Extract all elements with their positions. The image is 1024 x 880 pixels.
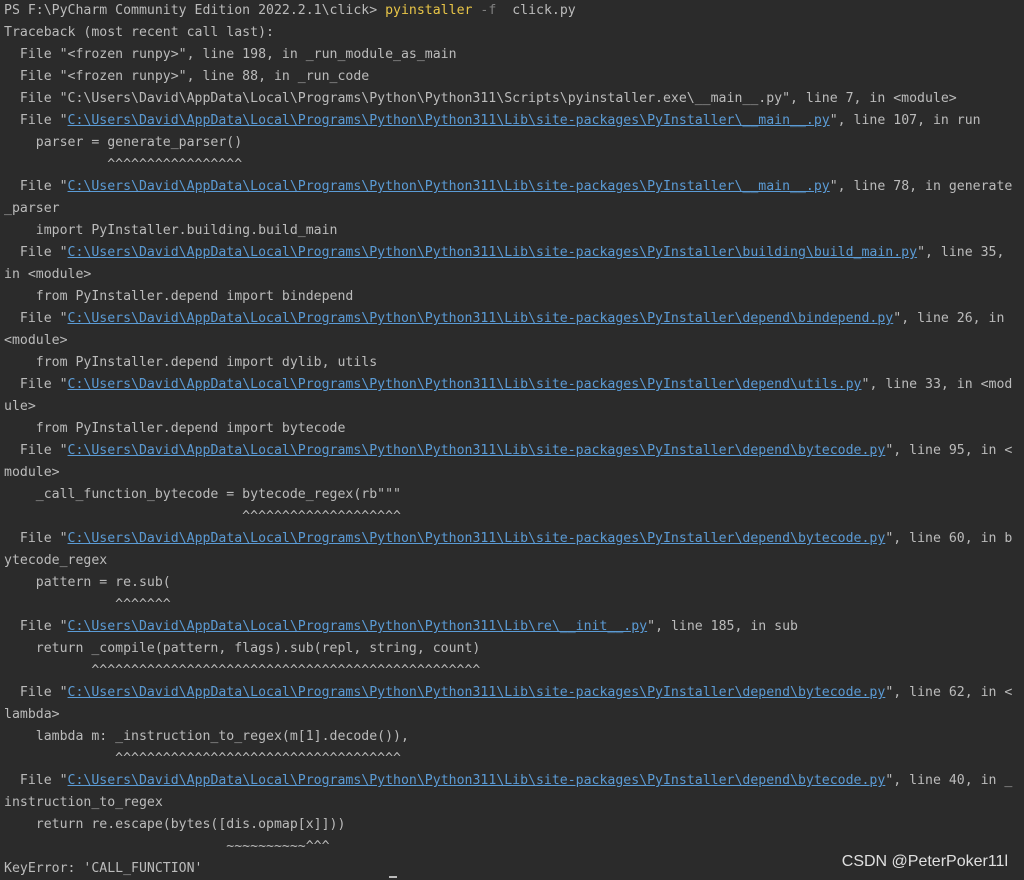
file-suffix: ", line 35, (917, 245, 1005, 260)
caret-line: ^^^^^^^^^^^^^^^^^ (4, 157, 243, 172)
command-flag: -f (480, 3, 497, 18)
file-link[interactable]: C:\Users\David\AppData\Local\Programs\Py… (68, 773, 886, 788)
file-prefix: File " (4, 245, 68, 260)
file-link[interactable]: C:\Users\David\AppData\Local\Programs\Py… (68, 685, 886, 700)
file-suffix: ", line 40, in _ (885, 773, 1013, 788)
text-cursor (389, 876, 397, 878)
traceback-file-line: File "C:\Users\David\AppData\Local\Progr… (4, 770, 1012, 792)
file-link[interactable]: C:\Users\David\AppData\Local\Programs\Py… (68, 245, 918, 260)
wrap-line: module> (4, 465, 60, 480)
file-link[interactable]: C:\Users\David\AppData\Local\Programs\Py… (68, 179, 830, 194)
watermark: CSDN @PeterPoker11l (841, 853, 1008, 870)
code-line: pattern = re.sub( (4, 575, 171, 590)
file-prefix: File " (4, 773, 68, 788)
file-suffix: ", line 60, in b (885, 531, 1013, 546)
code-line: from PyInstaller.depend import dylib, ut… (4, 355, 378, 370)
wrap-line: lambda> (4, 707, 60, 722)
terminal-output[interactable]: PS F:\PyCharm Community Edition 2022.2.1… (4, 0, 1020, 880)
file-prefix: File " (4, 311, 68, 326)
file-prefix: File " (4, 685, 68, 700)
wrap-line: ytecode_regex (4, 553, 108, 568)
caret-line: ~~~~~~~~~~^^^ (4, 839, 330, 854)
traceback-line: File "<frozen runpy>", line 88, in _run_… (4, 69, 370, 84)
code-line: return _compile(pattern, flags).sub(repl… (4, 641, 481, 656)
file-prefix: File " (4, 179, 68, 194)
traceback-line: File "C:\Users\David\AppData\Local\Progr… (4, 91, 957, 106)
code-line: return re.escape(bytes([dis.opmap[x]])) (4, 817, 346, 832)
wrap-line: <module> (4, 333, 68, 348)
file-suffix: ", line 185, in sub (647, 619, 798, 634)
traceback-file-line: File "C:\Users\David\AppData\Local\Progr… (4, 110, 981, 132)
file-prefix: File " (4, 113, 68, 128)
file-link[interactable]: C:\Users\David\AppData\Local\Programs\Py… (68, 113, 830, 128)
command-name: pyinstaller (385, 3, 473, 18)
traceback-file-line: File "C:\Users\David\AppData\Local\Progr… (4, 308, 1005, 330)
traceback-file-line: File "C:\Users\David\AppData\Local\Progr… (4, 528, 1012, 550)
traceback-file-line: File "C:\Users\David\AppData\Local\Progr… (4, 682, 1012, 704)
command-argument: click.py (512, 3, 576, 18)
wrap-line: instruction_to_regex (4, 795, 163, 810)
caret-line: ^^^^^^^^^^^^^^^^^^^^^^^^^^^^^^^^^^^^ (4, 751, 401, 766)
file-suffix: ", line 95, in < (885, 443, 1013, 458)
file-link[interactable]: C:\Users\David\AppData\Local\Programs\Py… (68, 443, 886, 458)
traceback-line: File "<frozen runpy>", line 198, in _run… (4, 47, 457, 62)
code-line: _call_function_bytecode = bytecode_regex… (4, 487, 401, 502)
traceback-file-line: File "C:\Users\David\AppData\Local\Progr… (4, 616, 798, 638)
caret-line: ^^^^^^^^^^^^^^^^^^^^ (4, 509, 401, 524)
traceback-file-line: File "C:\Users\David\AppData\Local\Progr… (4, 374, 1012, 396)
traceback-file-line: File "C:\Users\David\AppData\Local\Progr… (4, 242, 1005, 264)
file-prefix: File " (4, 619, 68, 634)
caret-line: ^^^^^^^ (4, 597, 171, 612)
file-suffix: ", line 107, in run (829, 113, 981, 128)
file-suffix: ", line 78, in generate (829, 179, 1013, 194)
file-link[interactable]: C:\Users\David\AppData\Local\Programs\Py… (68, 377, 862, 392)
prompt-line: PS F:\PyCharm Community Edition 2022.2.1… (4, 0, 576, 22)
wrap-line: in <module> (4, 267, 92, 282)
code-line: lambda m: _instruction_to_regex(m[1].dec… (4, 729, 409, 744)
file-prefix: File " (4, 443, 68, 458)
file-link[interactable]: C:\Users\David\AppData\Local\Programs\Py… (68, 531, 886, 546)
code-line: import PyInstaller.building.build_main (4, 223, 338, 238)
code-line: from PyInstaller.depend import bytecode (4, 421, 346, 436)
traceback-header: Traceback (most recent call last): (4, 25, 274, 40)
code-line: parser = generate_parser() (4, 135, 243, 150)
prompt-prefix: PS F:\PyCharm Community Edition 2022.2.1… (4, 3, 386, 18)
traceback-file-line: File "C:\Users\David\AppData\Local\Progr… (4, 176, 1012, 198)
file-prefix: File " (4, 531, 68, 546)
file-link[interactable]: C:\Users\David\AppData\Local\Programs\Py… (68, 311, 894, 326)
code-line: from PyInstaller.depend import bindepend (4, 289, 354, 304)
file-link[interactable]: C:\Users\David\AppData\Local\Programs\Py… (68, 619, 648, 634)
wrap-line: _parser (4, 201, 60, 216)
error-line: KeyError: 'CALL_FUNCTION' (4, 861, 203, 876)
file-suffix: ", line 33, in <mod (861, 377, 1013, 392)
traceback-file-line: File "C:\Users\David\AppData\Local\Progr… (4, 440, 1012, 462)
caret-line: ^^^^^^^^^^^^^^^^^^^^^^^^^^^^^^^^^^^^^^^^… (4, 663, 481, 678)
file-suffix: ", line 26, in (893, 311, 1005, 326)
wrap-line: ule> (4, 399, 36, 414)
file-prefix: File " (4, 377, 68, 392)
file-suffix: ", line 62, in < (885, 685, 1013, 700)
